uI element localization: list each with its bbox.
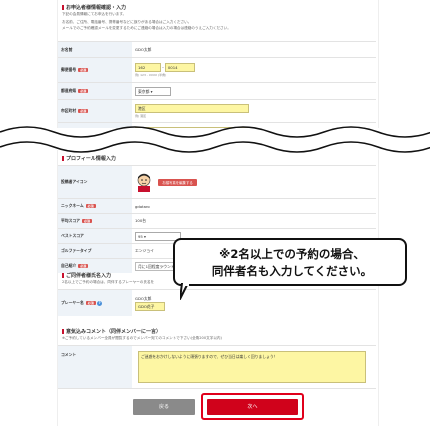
best-score-select[interactable]: 95 ▾ [135,231,181,241]
prefecture-select[interactable]: 東京都 ▾ [135,86,171,96]
next-button[interactable]: 次へ [207,399,298,415]
intro-label: 自己紹介 必須 [58,258,132,273]
best-score-label: ベストスコア [58,228,132,244]
player2-input[interactable]: GDO花子 [135,301,165,311]
player1-name: GDO太郎 [135,295,152,301]
section-title-applicant: お申込者様情報確認・入力 [62,4,126,11]
city-input[interactable]: 港区 [135,104,249,113]
avg-score-label: 平均スコア 必須 [58,213,132,229]
avg-score-value: 100台 [132,213,376,229]
content-break-divider [0,126,430,153]
postal-label: 郵便番号 必須 [58,57,132,83]
back-button[interactable]: 戻る [133,399,195,415]
comment-textarea[interactable]: ご迷惑をおかけしないように頑張りますので、ぜひ当日は楽しく回りましょう！ [138,351,366,383]
section-note: 2名以上でご予約の場合は、同伴するプレーヤーの氏名を [62,280,155,284]
comment-label: コメント [58,346,132,388]
section-title-profile: プロフィール情報入力 [62,155,116,162]
callout-line-1: ※2名以上での予約の場合、 [219,247,365,261]
section-title-companions: ご同伴者様氏名入力 [62,272,111,279]
section-note: ※ご予約しているメンバー全員が閲覧するのでメンバー宛てのコメントで下さい(全角2… [62,336,222,340]
player-name-label: プレーヤー名 必須 ? [58,289,132,316]
section-note: 下記の会員情報にてお申込を行います。 [62,12,127,16]
section-note: メールでのご予約確認メールを変更するためにご連絡の場合は入力の場合は連絡のうえご… [62,26,231,30]
prefecture-label: 都道府県 必須 [58,82,132,100]
companion-form: プレーヤー名 必須 ? GDO太郎 GDO花子 [58,289,376,316]
help-icon[interactable]: ? [97,300,103,306]
postal-hint: 例) 123 - XXXX (半角) [135,73,167,77]
golfer-type-label: ゴルファータイプ [58,243,132,259]
icon-label: 投稿者アイコン [58,165,132,199]
name-value: GDO太郎 [132,41,376,58]
section-title-comment: 意気込みコメント（同伴メンバーに一言） [62,328,161,335]
callout-line-2: 同伴者名も入力してください。 [211,264,373,278]
nickname-label: ニックネーム 必須 [58,198,132,214]
edit-avatar-button[interactable]: お顔写真を編集する [158,178,197,186]
callout-tail [180,283,189,300]
postal-code-input-2[interactable]: 0014 [164,63,195,72]
companion-name-callout: ※2名以上での予約の場合、 同伴者名も入力してください。 [173,238,407,286]
nickname-value: gdotaro [132,198,376,214]
section-note: お名前、ご住所、電話番号、携帯番号などに誤りがある場合はご入力ください。 [62,20,192,24]
postal-code-input-1[interactable]: 162 [135,63,161,72]
city-hint: 例) 港区 [135,114,147,118]
name-label: お名前 [58,41,132,58]
avatar-icon [135,172,153,193]
